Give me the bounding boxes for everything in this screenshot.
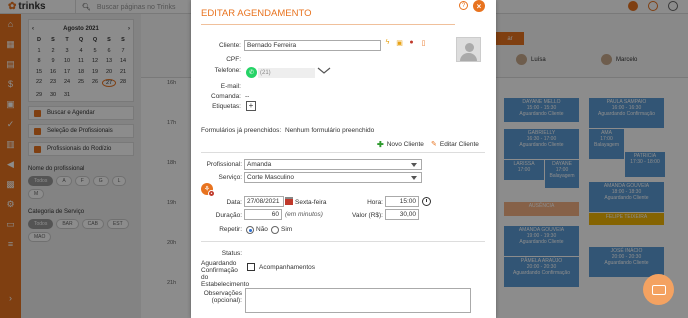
hora-label: Hora: [367, 199, 383, 206]
lightning-icon[interactable]: ϟ [383, 38, 392, 47]
edit-icon[interactable] [247, 263, 255, 271]
close-icon[interactable]: × [473, 0, 485, 12]
client-avatar [456, 37, 481, 62]
package-icon[interactable]: ▣ [395, 38, 404, 47]
client-action-icons: ϟ ▣ ● ▯ [383, 38, 428, 47]
email-label: E-mail: [220, 83, 241, 90]
repeat-no-label: Não [256, 226, 268, 233]
profissional-label: Profissional: [206, 161, 242, 168]
clipboard-icon[interactable]: ▯ [419, 38, 428, 47]
profissional-select[interactable]: Amanda [244, 159, 422, 170]
help-icon[interactable]: ? [459, 1, 468, 10]
badge-count-icon: • [208, 190, 215, 197]
repetir-label: Repetir: [219, 226, 242, 233]
professional-badge-icon[interactable]: ⚘ • [201, 183, 215, 197]
duracao-label: Duração: [215, 212, 242, 219]
weekday-label: Sexta-feira [295, 199, 327, 206]
new-client-button[interactable]: ✚ Novo Cliente [377, 140, 424, 149]
servico-value: Corte Masculino [247, 174, 294, 181]
chevron-down-icon [411, 175, 417, 180]
date-field[interactable]: 27/08/2021 [244, 196, 284, 207]
profissional-value: Amanda [247, 161, 272, 168]
cliente-label: Cliente: [218, 42, 241, 49]
edit-client-button[interactable]: ✎ Editar Cliente [431, 140, 479, 149]
valor-label: Valor (R$): [352, 212, 383, 219]
add-tag-button[interactable]: + [246, 101, 256, 111]
comanda-label: Comanda: [211, 93, 241, 100]
title-divider [201, 24, 455, 25]
new-client-label: Novo Cliente [386, 141, 424, 148]
edit-icon: ✎ [431, 141, 437, 148]
cliente-field[interactable]: Bernado Ferreira [244, 40, 381, 51]
comanda-value: -- [245, 93, 250, 100]
divider [201, 152, 485, 153]
status-label: Status: [221, 250, 242, 257]
clock-icon [422, 197, 431, 206]
avatar-head-icon [465, 43, 474, 52]
modal-title: EDITAR AGENDAMENTO [201, 8, 312, 19]
repeat-yes-label: Sim [281, 226, 293, 233]
chevron-down-icon[interactable] [317, 67, 331, 75]
repeat-yes-radio[interactable] [271, 226, 279, 234]
duration-unit: (em minutos) [285, 211, 323, 218]
avatar-body-icon [460, 53, 477, 61]
acompanhamentos-link[interactable]: Acompanhamentos [259, 264, 315, 271]
hour-field[interactable]: 15:00 [385, 196, 419, 207]
gift-icon[interactable]: ● [407, 38, 416, 47]
cpf-label: CPF: [226, 56, 241, 63]
calendar-icon[interactable] [285, 197, 293, 205]
observacoes-textarea[interactable] [245, 288, 471, 313]
data-label: Data: [226, 199, 242, 206]
etiquetas-label: Etiquetas: [212, 103, 241, 110]
status-value: Aguardando Confirmação do Estabeleciment… [201, 260, 250, 288]
observacoes-label: Observações (opcional): [203, 290, 242, 304]
servico-label: Serviço: [218, 174, 242, 181]
chat-button[interactable] [643, 274, 674, 305]
divider [201, 241, 485, 242]
edit-appointment-modal: EDITAR AGENDAMENTO ? × Cliente: Bernado … [191, 0, 496, 318]
repeat-no-radio[interactable] [246, 226, 254, 234]
plus-icon: ✚ [377, 140, 384, 149]
forms-label: Formulários já preenchidos: [201, 127, 282, 134]
telefone-field[interactable]: (21) [258, 68, 315, 78]
whatsapp-icon[interactable]: ✆ [246, 67, 257, 78]
edit-client-label: Editar Cliente [439, 140, 479, 148]
telefone-label: Telefone: [214, 67, 241, 74]
duration-field[interactable]: 60 [244, 209, 282, 220]
price-field[interactable]: 30,00 [385, 209, 419, 220]
chat-icon [651, 284, 666, 295]
servico-select[interactable]: Corte Masculino [244, 172, 422, 183]
chevron-down-icon [411, 162, 417, 167]
forms-value: Nenhum formulário preenchido [285, 127, 375, 134]
